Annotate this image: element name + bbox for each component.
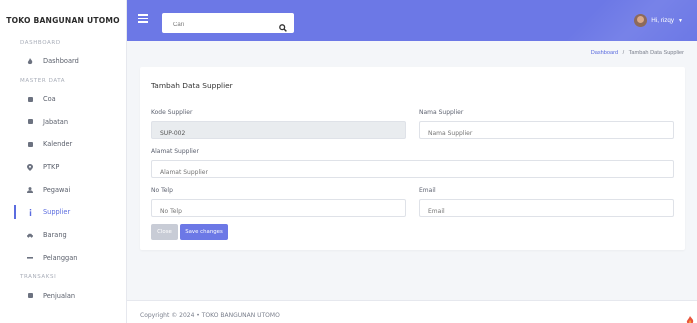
supplier-form-card: Tambah Data Supplier Kode Supplier Nama …: [140, 67, 685, 250]
no-telp-label: No Telp: [151, 187, 173, 194]
search-box: [162, 13, 294, 35]
no-telp-field-wrapper: [151, 199, 406, 220]
sidebar-item-pegawai[interactable]: Pegawai: [0, 178, 126, 201]
footer: Copyright © 2024 • TOKO BANGUNAN UTOMO: [127, 300, 697, 323]
calendar-icon: [27, 141, 33, 147]
user-name: Hi, rizqy: [651, 17, 675, 24]
grid-icon: [27, 119, 33, 125]
email-label: Email: [419, 187, 436, 194]
sidebar-item-label: Jabatan: [43, 117, 69, 126]
email-field[interactable]: [420, 203, 673, 220]
sidebar-item-barang[interactable]: Barang: [0, 224, 126, 247]
alamat-supplier-field[interactable]: [152, 164, 673, 181]
fire-icon: [27, 57, 33, 64]
breadcrumb: Dashboard / Tambah Data Supplier: [591, 50, 684, 56]
grid-icon: [27, 293, 33, 299]
email-field-wrapper: [419, 199, 674, 220]
breadcrumb-current: Tambah Data Supplier: [628, 50, 684, 56]
sidebar-item-dashboard[interactable]: Dashboard: [0, 50, 126, 73]
search-input[interactable]: [162, 15, 272, 35]
pin-icon: [27, 163, 33, 171]
sidebar-item-label: Barang: [43, 231, 67, 240]
section-label-master-data: MASTER DATA: [20, 77, 66, 84]
sidebar-item-label: Pegawai: [43, 185, 71, 194]
sidebar-item-kalender[interactable]: Kalender: [0, 133, 126, 156]
alamat-supplier-label: Alamat Supplier: [151, 148, 199, 155]
sidebar-item-label: Pelanggan: [43, 253, 78, 262]
hamburger-menu-icon[interactable]: [138, 14, 148, 24]
user-icon: [27, 186, 33, 193]
close-button[interactable]: Close: [151, 224, 178, 240]
search-icon[interactable]: [279, 19, 287, 32]
nama-supplier-label: Nama Supplier: [419, 109, 464, 116]
save-changes-button[interactable]: Save changes: [180, 224, 228, 240]
kode-supplier-field[interactable]: [152, 125, 405, 142]
sidebar-item-label: Supplier: [43, 208, 71, 217]
sidebar-item-penjualan[interactable]: Penjualan: [0, 284, 126, 307]
dash-icon: [27, 255, 33, 261]
sidebar-item-supplier[interactable]: Supplier: [0, 201, 126, 224]
sidebar-item-label: PTKP: [43, 163, 60, 172]
avatar: [634, 14, 648, 27]
grid-icon: [27, 96, 33, 102]
breadcrumb-home-link[interactable]: Dashboard: [591, 50, 618, 56]
topbar: Hi, rizqy ▼: [127, 0, 697, 41]
user-menu[interactable]: Hi, rizqy ▼: [634, 14, 683, 27]
kode-supplier-field-wrapper: [151, 121, 406, 142]
no-telp-field[interactable]: [152, 203, 405, 220]
sidebar-item-label: Coa: [43, 95, 56, 104]
sidebar-item-ptkp[interactable]: PTKP: [0, 156, 126, 179]
sidebar-item-label: Kalender: [43, 140, 73, 149]
flame-icon[interactable]: [686, 312, 694, 323]
brand-title[interactable]: TOKO BANGUNAN UTOMO: [0, 0, 126, 41]
kode-supplier-label: Kode Supplier: [151, 109, 193, 116]
card-title: Tambah Data Supplier: [151, 81, 233, 90]
info-icon: [27, 208, 33, 216]
sidebar-item-label: Penjualan: [43, 291, 76, 300]
sidebar-item-pelanggan[interactable]: Pelanggan: [0, 247, 126, 270]
nama-supplier-field-wrapper: [419, 121, 674, 142]
section-label-transaksi: TRANSAKSI: [20, 274, 57, 281]
section-label-dashboard: DASHBOARD: [20, 40, 61, 46]
sidebar-item-label: Dashboard: [43, 57, 79, 66]
alamat-supplier-field-wrapper: [151, 160, 674, 181]
footer-copyright: Copyright © 2024 • TOKO BANGUNAN UTOMO: [140, 312, 280, 319]
sidebar: TOKO BANGUNAN UTOMO DASHBOARD Dashboard …: [0, 0, 127, 323]
car-icon: [27, 232, 33, 238]
sidebar-item-jabatan[interactable]: Jabatan: [0, 110, 126, 133]
nama-supplier-field[interactable]: [420, 125, 673, 142]
breadcrumb-separator: /: [622, 50, 625, 56]
caret-down-icon: ▼: [678, 17, 683, 24]
sidebar-item-coa[interactable]: Coa: [0, 88, 126, 111]
